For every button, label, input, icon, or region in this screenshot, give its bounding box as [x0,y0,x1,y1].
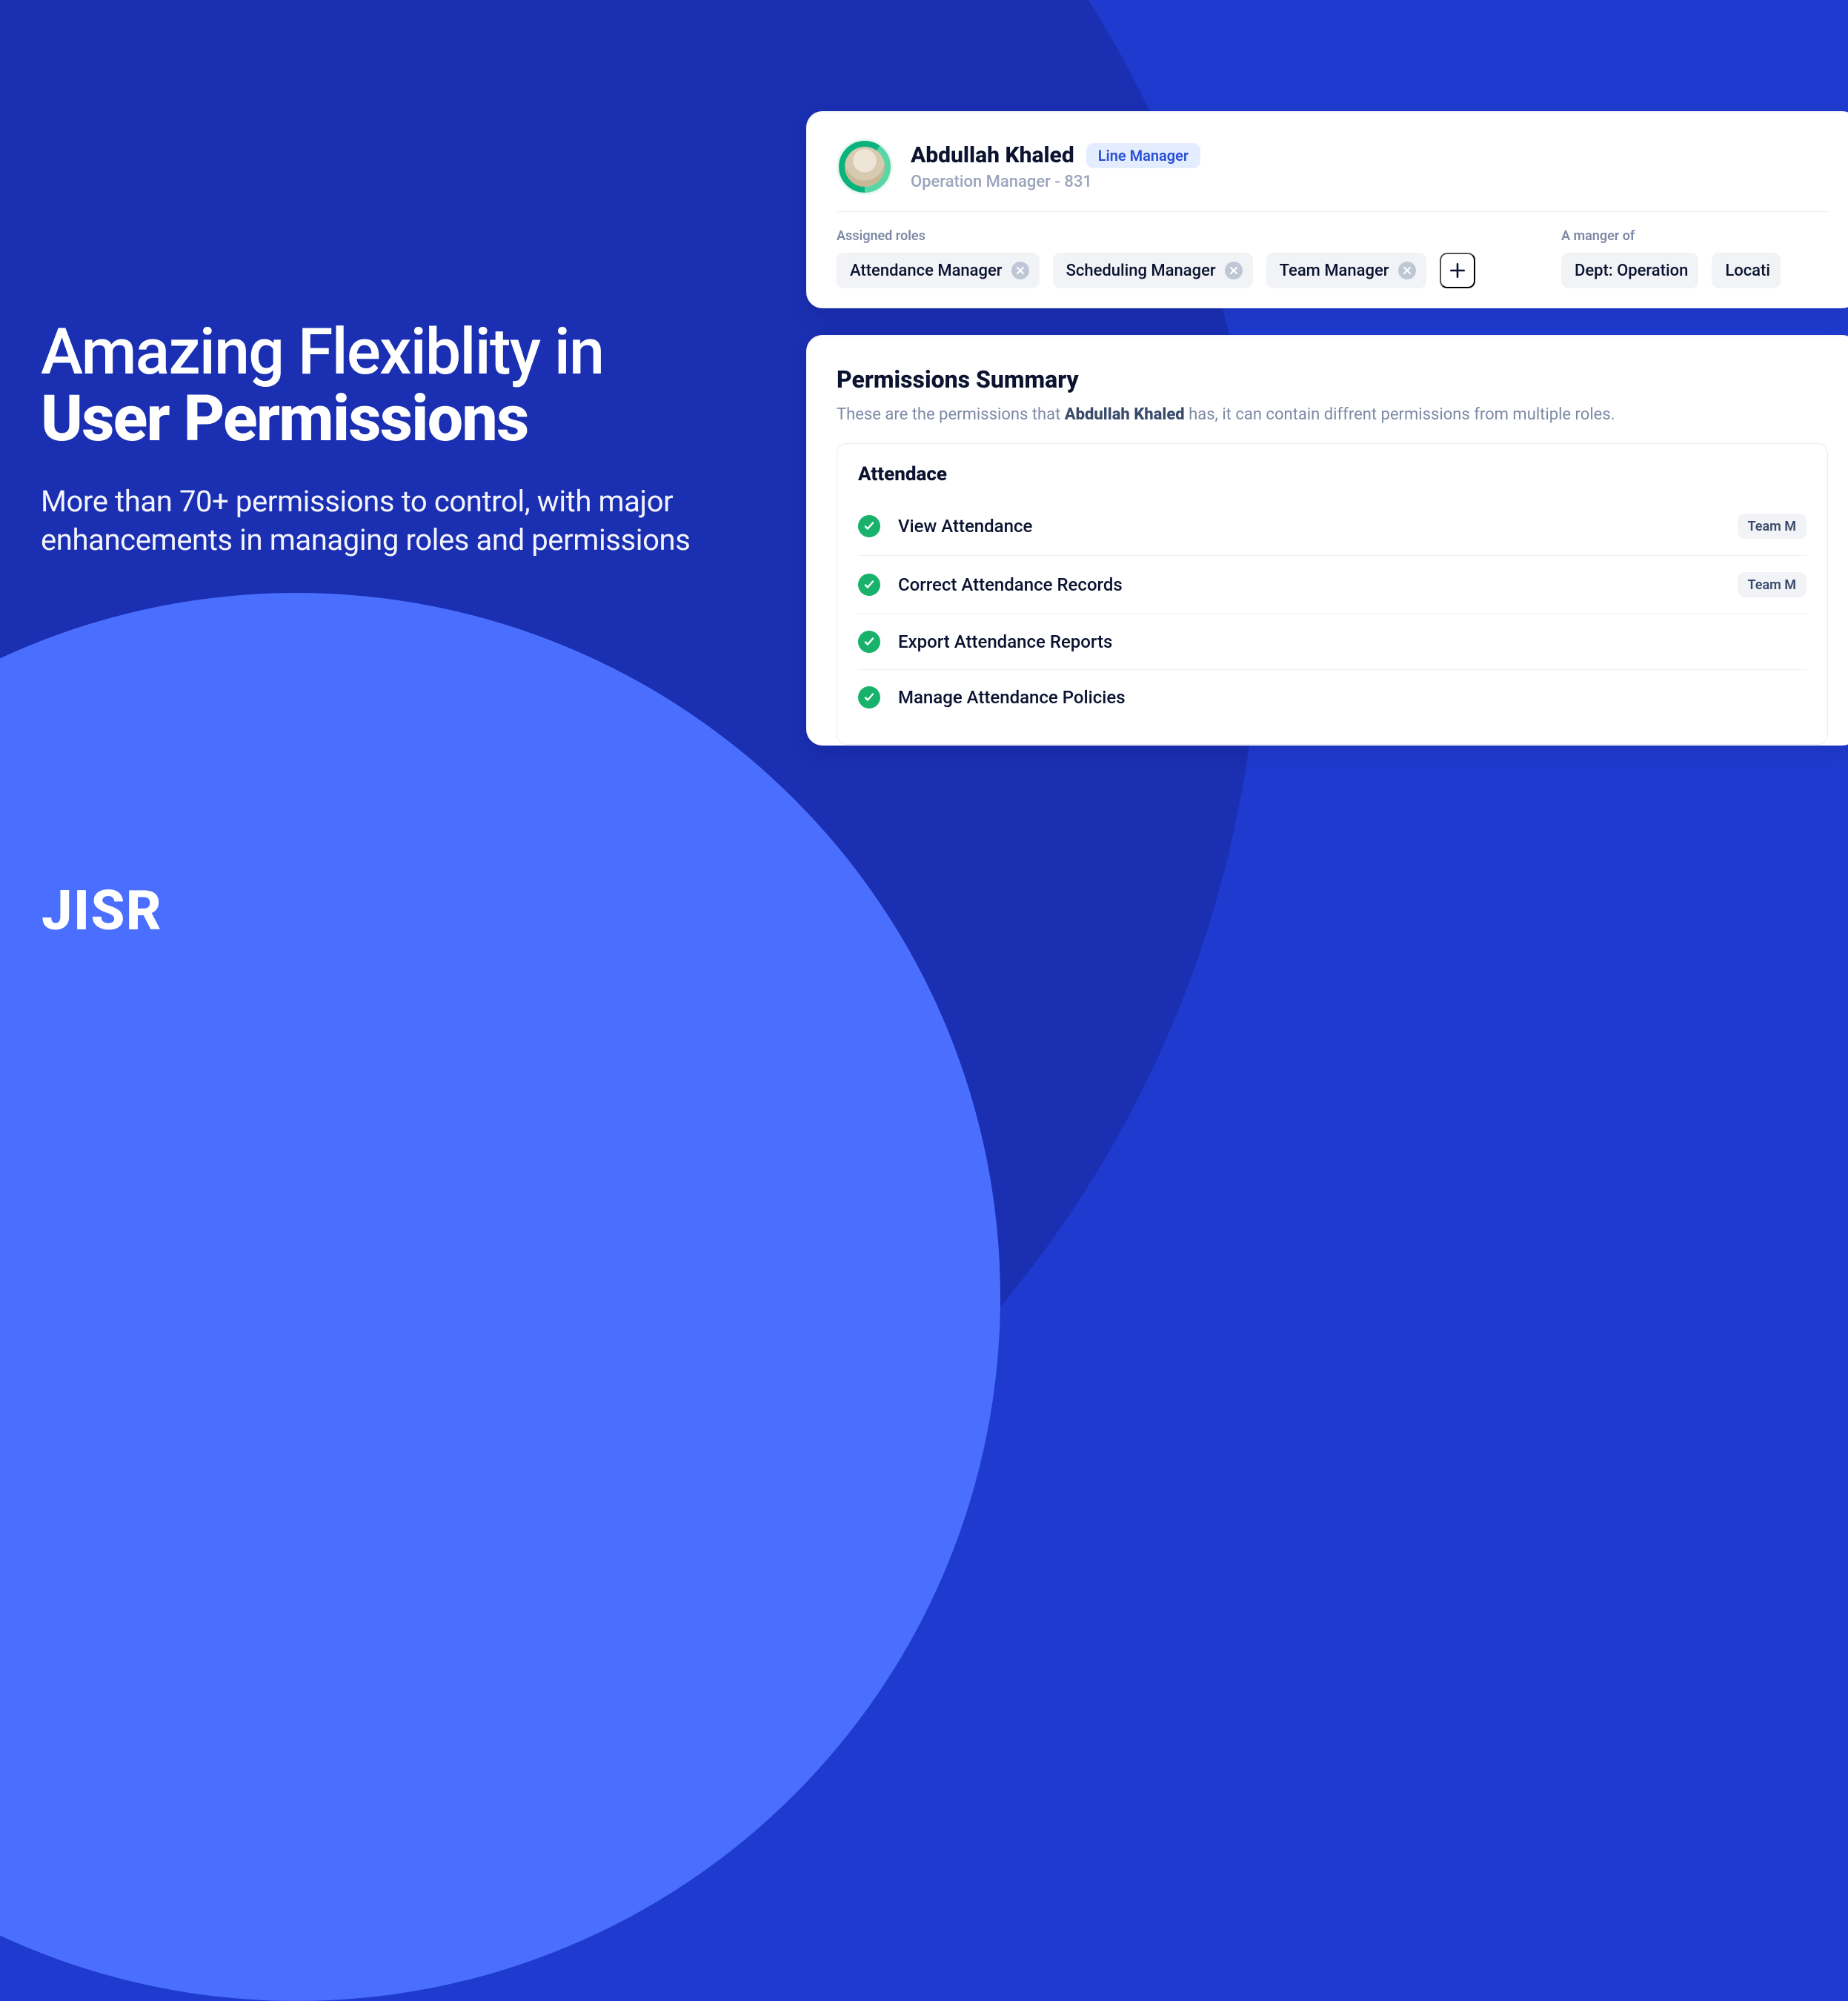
permissions-list: View Attendance Team M Correct Attendanc… [858,497,1807,725]
permission-item: Export Attendance Reports [858,614,1807,669]
permission-access-chip[interactable]: Team M [1738,572,1807,597]
brand-name: JISR [41,879,162,943]
permission-item: View Attendance Team M [858,497,1807,555]
user-meta: Abdullah Khaled Line Manager Operation M… [911,142,1200,191]
scope-chip[interactable]: Dept: Operation [1561,253,1698,288]
scope-chip[interactable]: Locati [1712,253,1781,288]
role-chip[interactable]: Attendance Manager [837,253,1040,288]
assigned-roles-chips: Attendance Manager Scheduling Manager [837,253,1475,288]
manager-of-label: A manger of [1561,228,1828,244]
hero: Amazing Flexiblity in User Permissions M… [41,319,767,560]
hero-title: Amazing Flexiblity in User Permissions [41,319,767,453]
hero-title-bold: User Permissions [41,381,528,456]
assigned-roles-label: Assigned roles [837,228,1475,244]
permission-name: Export Attendance Reports [898,631,1807,652]
scope-chip-label: Dept: Operation [1575,262,1688,280]
roles-row: Assigned roles Attendance Manager Schedu… [837,212,1828,288]
cards-column: Abdullah Khaled Line Manager Operation M… [806,111,1848,746]
permission-name: View Attendance [898,516,1720,537]
add-role-button[interactable] [1440,253,1475,288]
user-name: Abdullah Khaled [911,142,1074,168]
permission-item: Correct Attendance Records Team M [858,555,1807,614]
user-header: Abdullah Khaled Line Manager Operation M… [837,139,1828,212]
permissions-desc: These are the permissions that Abdullah … [837,405,1828,424]
role-badge: Line Manager [1086,143,1200,168]
remove-role-icon[interactable] [1398,262,1416,279]
plus-icon [1448,261,1467,280]
permissions-desc-prefix: These are the permissions that [837,405,1065,424]
avatar[interactable] [837,139,893,195]
hero-title-line1: Amazing Flexiblity in [41,314,603,389]
permission-item: Manage Attendance Policies [858,669,1807,725]
permission-access-chip[interactable]: Team M [1738,514,1807,539]
manager-of-chips: Dept: Operation Locati [1561,253,1828,288]
role-chip[interactable]: Team Manager [1266,253,1426,288]
assigned-roles: Assigned roles Attendance Manager Schedu… [837,228,1475,288]
permissions-desc-name: Abdullah Khaled [1065,405,1185,424]
permissions-title: Permissions Summary [837,365,1828,394]
remove-role-icon[interactable] [1011,262,1029,279]
check-icon [858,686,880,709]
brand-logo: JISR [41,879,162,943]
permissions-group: Attendace View Attendance Team M Correct… [837,443,1828,745]
hero-subtitle: More than 70+ permissions to control, wi… [41,482,722,560]
remove-role-icon[interactable] [1225,262,1243,279]
manager-of: A manger of Dept: Operation Locati [1561,228,1828,288]
check-icon [858,574,880,596]
role-chip[interactable]: Scheduling Manager [1053,253,1253,288]
scope-chip-label: Locati [1725,262,1770,280]
check-icon [858,631,880,653]
permission-name: Correct Attendance Records [898,574,1720,595]
permission-name: Manage Attendance Policies [898,687,1807,708]
role-chip-label: Team Manager [1280,262,1389,280]
permissions-card: Permissions Summary These are the permis… [806,335,1848,746]
role-chip-label: Scheduling Manager [1066,262,1216,280]
check-icon [858,515,880,537]
user-subtitle: Operation Manager - 831 [911,173,1200,191]
user-card: Abdullah Khaled Line Manager Operation M… [806,111,1848,308]
role-chip-label: Attendance Manager [850,262,1003,280]
permissions-desc-suffix: has, it can contain diffrent permissions… [1189,405,1615,424]
permissions-group-title: Attendace [858,463,1807,485]
